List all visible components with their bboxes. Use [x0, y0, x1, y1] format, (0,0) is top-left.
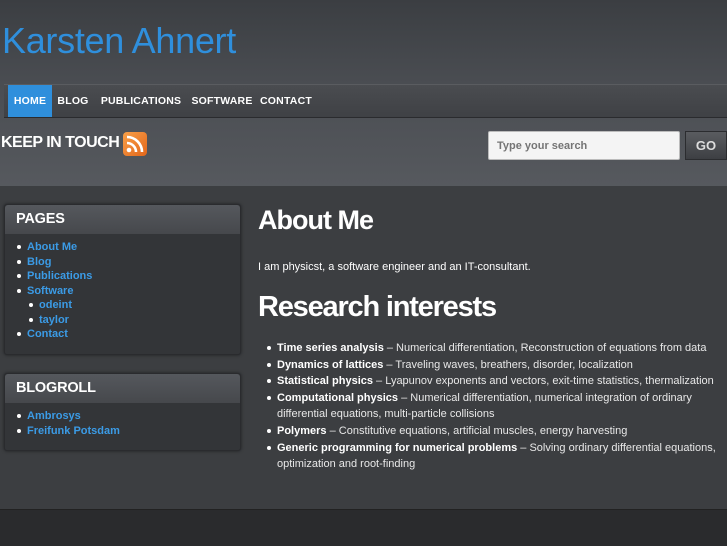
research-list: Time series analysis – Numerical differe… — [266, 340, 725, 473]
page-link-blog[interactable]: Blog — [17, 255, 240, 270]
blogroll-list: Ambrosys Freifunk Potsdam — [5, 403, 240, 438]
keep-in-touch-label: KEEP IN TOUCH — [1, 134, 120, 151]
search-go-button[interactable]: GO — [685, 131, 727, 160]
nav-software[interactable]: SOFTWARE — [187, 85, 257, 117]
blogroll-widget-title: BLOGROLL — [5, 374, 240, 403]
research-item: Statistical physics – Lyapunov exponents… — [266, 373, 725, 390]
page-link-contact[interactable]: Contact — [17, 327, 240, 342]
research-heading: Research interests — [258, 291, 497, 323]
blogroll-widget: BLOGROLL Ambrosys Freifunk Potsdam — [4, 373, 241, 451]
research-term: Statistical physics — [277, 375, 373, 388]
main-nav: HOME BLOG PUBLICATIONS SOFTWARE CONTACT — [4, 84, 727, 118]
page-link-about-me[interactable]: About Me — [17, 240, 240, 255]
research-item: Polymers – Constitutive equations, artif… — [266, 423, 725, 440]
page-link-software[interactable]: Software — [17, 284, 240, 299]
research-term: Time series analysis — [277, 342, 384, 354]
search-input[interactable] — [488, 131, 680, 160]
page-link-publications[interactable]: Publications — [17, 269, 240, 284]
intro-text: I am physicst, a software engineer and a… — [258, 261, 531, 273]
site-title[interactable]: Karsten Ahnert — [2, 20, 236, 62]
nav-home[interactable]: HOME — [8, 85, 52, 117]
nav-blog[interactable]: BLOG — [54, 85, 92, 117]
nav-contact[interactable]: CONTACT — [257, 85, 315, 117]
pages-list: About Me Blog Publications Software odei… — [5, 234, 240, 342]
rss-icon[interactable] — [123, 132, 147, 156]
research-item: Time series analysis – Numerical differe… — [266, 340, 725, 357]
page-link-taylor[interactable]: taylor — [29, 313, 240, 328]
research-term: Computational physics — [277, 391, 399, 404]
page-title: About Me — [258, 205, 374, 235]
page-link-odeint[interactable]: odeint — [29, 298, 240, 313]
research-desc: – Lyapunov exponents and vectors, exit-t… — [373, 375, 714, 388]
pages-widget: PAGES About Me Blog Publications Softwar… — [4, 204, 241, 355]
nav-publications[interactable]: PUBLICATIONS — [96, 85, 186, 117]
blogroll-link-freifunk[interactable]: Freifunk Potsdam — [17, 424, 240, 439]
research-term: Generic programming for numerical proble… — [277, 441, 518, 454]
research-term: Polymers — [277, 424, 327, 437]
research-item: Generic programming for numerical proble… — [266, 440, 725, 473]
pages-widget-title: PAGES — [5, 205, 240, 234]
research-item: Computational physics – Numerical differ… — [266, 390, 725, 423]
site-header: Karsten Ahnert HOME BLOG PUBLICATIONS SO… — [0, 0, 727, 186]
research-item: Dynamics of lattices – Traveling waves, … — [266, 357, 725, 374]
blogroll-link-ambrosys[interactable]: Ambrosys — [17, 409, 240, 424]
research-desc: – Constitutive equations, artificial mus… — [326, 424, 628, 437]
research-desc: – Numerical differentiation, Reconstruct… — [383, 342, 707, 354]
research-desc: – Traveling waves, breathers, disorder, … — [383, 358, 633, 371]
site-footer — [0, 509, 727, 546]
research-term: Dynamics of lattices — [277, 358, 384, 371]
